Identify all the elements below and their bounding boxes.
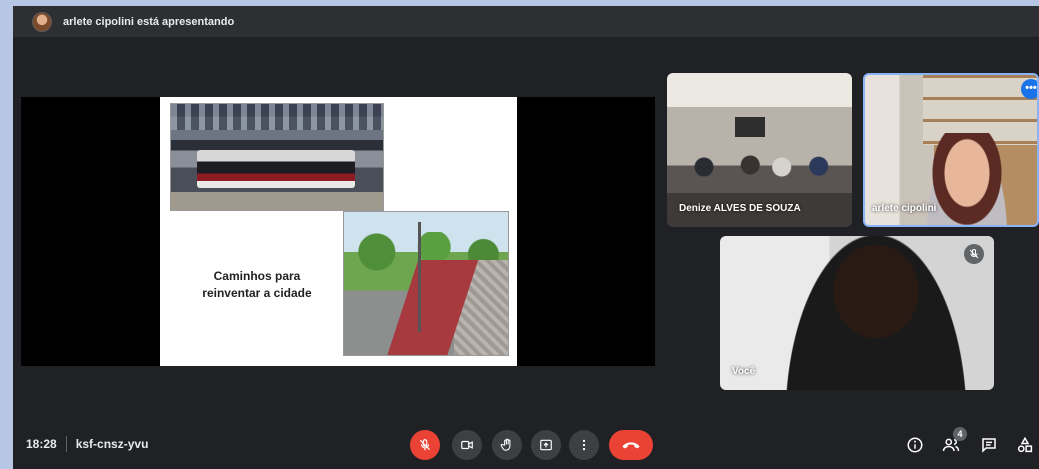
more-options-icon[interactable]: ••• [1021,79,1037,99]
chat-icon [982,438,996,453]
meet-window: arlete cipolini está apresentando Caminh… [13,6,1039,469]
slide-caption-line1: Caminhos para [213,269,301,283]
participant-name: Denize ALVES DE SOUZA [679,203,801,214]
raise-hand-icon [500,438,511,451]
mic-off-icon [964,244,984,264]
slide-caption: Caminhos para reinventar a cidade [184,268,330,302]
meeting-info: 18:28 ksf-cnsz-yvu [26,436,148,452]
mic-off-icon [419,439,431,451]
presenter-text: arlete cipolini está apresentando [63,15,235,28]
bus-station-photo [170,103,384,211]
present-now-button[interactable] [531,430,561,460]
slide-caption-line2: reinventar a cidade [202,286,312,300]
meeting-separator [65,436,67,452]
slide: Caminhos para reinventar a cidade [160,97,517,366]
activities-button[interactable] [1012,432,1038,458]
raise-hand-button[interactable] [492,430,522,460]
camera-toggle-button[interactable] [452,430,482,460]
bike-lane-photo [343,211,509,356]
more-options-button[interactable] [569,430,599,460]
meeting-details-button[interactable] [902,432,928,458]
hangup-icon [622,442,640,449]
activities-icon [1017,436,1033,453]
participant-count-badge: 4 [953,427,967,441]
presenter-avatar [32,11,52,32]
participants-button[interactable]: 4 [938,427,967,458]
participant-name: arlete cipolini [872,203,937,214]
present-icon [540,439,552,451]
info-icon [907,437,923,453]
presentation-stage[interactable]: Caminhos para reinventar a cidade [21,97,655,366]
presenter-bar: arlete cipolini está apresentando [13,6,1039,37]
participant-tile-self[interactable]: Você [720,236,994,390]
meeting-code: ksf-cnsz-yvu [75,437,149,451]
mic-toggle-button[interactable] [410,430,440,460]
participant-name: Você [732,366,756,377]
chat-button[interactable] [976,432,1002,458]
participant-tile-denize[interactable]: Denize ALVES DE SOUZA [667,73,852,227]
camera-icon [461,440,473,450]
leave-call-button[interactable] [609,430,653,460]
participant-tile-arlete[interactable]: arlete cipolini ••• [863,73,1039,227]
meeting-time: 18:28 [26,437,57,451]
more-vert-icon [582,439,586,451]
